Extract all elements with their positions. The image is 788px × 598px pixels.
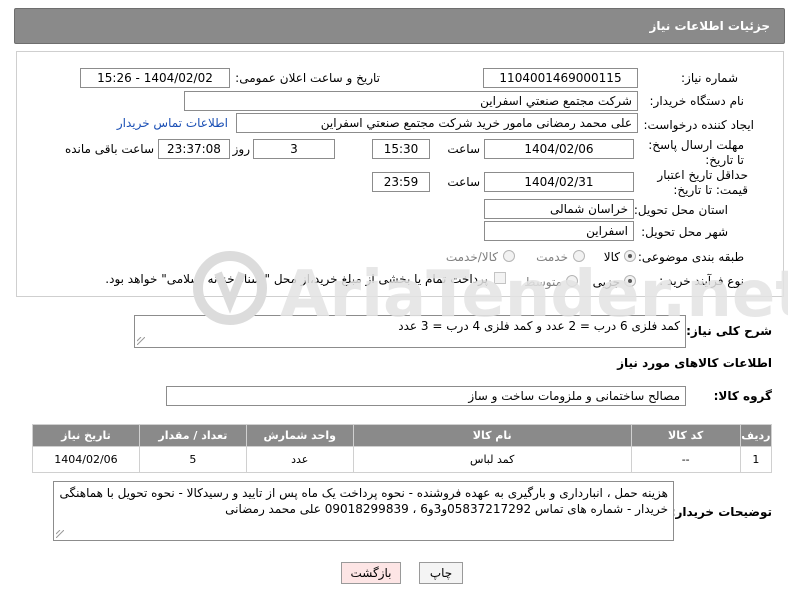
process-option-medium: متوسط xyxy=(524,275,562,289)
summary-textarea[interactable]: کمد فلزی 6 درب = 2 عدد و کمد فلزی 4 درب … xyxy=(134,315,686,348)
deadline-label: مهلت ارسال پاسخ: تا تاریخ: xyxy=(648,138,744,167)
col-date: تاریخ نیاز xyxy=(32,424,140,447)
province-label: استان محل تحویل: xyxy=(633,203,728,217)
remaining-label: ساعت باقی مانده xyxy=(64,142,154,156)
validity-time-label: ساعت xyxy=(447,175,480,189)
goods-group-field[interactable]: مصالح ساختمانی و ملزومات ساخت و ساز xyxy=(166,386,686,406)
cell-code: -- xyxy=(630,446,741,473)
table-row[interactable]: 1 -- کمد لباس عدد 5 1404/02/06 xyxy=(32,446,773,473)
col-unit: واحد شمارش xyxy=(245,424,354,447)
cell-date: 1404/02/06 xyxy=(32,446,140,473)
goods-section-title: اطلاعات کالاهای مورد نیاز xyxy=(617,356,772,370)
category-radio-goods[interactable] xyxy=(624,250,636,262)
cell-name: کمد لباس xyxy=(352,446,632,473)
need-number-field[interactable]: 1104001469000115 xyxy=(483,68,638,88)
validity-time-field[interactable]: 23:59 xyxy=(372,172,430,192)
announce-label: تاریخ و ساعت اعلان عمومی: xyxy=(235,71,380,85)
cell-unit: عدد xyxy=(245,446,354,473)
creator-field[interactable]: علی محمد رمضانی مامور خرید شرکت مجتمع صن… xyxy=(236,113,638,133)
resize-grip-icon[interactable] xyxy=(137,337,145,345)
resize-grip-icon[interactable] xyxy=(56,530,64,538)
category-radio-goods-service[interactable] xyxy=(503,250,515,262)
buyer-notes-text: هزینه حمل ، انبارداری و بارگیری به عهده … xyxy=(59,486,668,516)
cell-row: 1 xyxy=(739,446,773,473)
buyer-contact-link[interactable]: اطلاعات تماس خریدار xyxy=(117,116,228,130)
deadline-time-field[interactable]: 15:30 xyxy=(372,139,430,159)
category-radio-service[interactable] xyxy=(573,250,585,262)
category-option-goods-service: کالا/خدمت xyxy=(445,250,498,264)
treasury-payment-checkbox[interactable] xyxy=(494,272,506,284)
city-field[interactable]: اسفراين xyxy=(484,221,634,241)
category-option-goods: کالا xyxy=(603,250,620,264)
creator-label: ایجاد کننده درخواست: xyxy=(643,118,754,132)
buyer-notes-textarea[interactable]: هزینه حمل ، انبارداری و بارگیری به عهده … xyxy=(53,481,674,541)
buyer-notes-label: توضیحات خریدار: xyxy=(670,505,772,519)
validity-label: حداقل تاریخ اعتبار قیمت: تا تاریخ: xyxy=(657,168,748,197)
buyer-org-label: نام دستگاه خریدار: xyxy=(649,94,745,108)
summary-label: شرح کلی نیاز: xyxy=(686,324,772,338)
category-label: طبقه بندی موضوعی: xyxy=(637,250,744,264)
announce-field[interactable]: 1404/02/02 - 15:26 xyxy=(80,68,230,88)
treasury-payment-note: پرداخت تمام یا بخشی از مبلغ خرید،از محل … xyxy=(105,272,488,286)
goods-group-label: گروه کالا: xyxy=(713,389,772,403)
back-button[interactable]: بازگشت xyxy=(341,562,401,584)
process-radio-medium[interactable] xyxy=(566,275,578,287)
cell-qty: 5 xyxy=(138,446,247,473)
page-header: جزئیات اطلاعات نیاز xyxy=(14,8,785,44)
goods-table-header: ردیف کد کالا نام کالا واحد شمارش تعداد /… xyxy=(32,424,773,447)
province-field[interactable]: خراسان شمالی xyxy=(484,199,634,219)
remaining-time-field[interactable]: 23:37:08 xyxy=(158,139,230,159)
col-qty: تعداد / مقدار xyxy=(138,424,247,447)
summary-text: کمد فلزی 6 درب = 2 عدد و کمد فلزی 4 درب … xyxy=(398,319,680,333)
process-option-minor: جزیی xyxy=(592,275,620,289)
city-label: شهر محل تحویل: xyxy=(641,225,728,239)
category-option-service: خدمت xyxy=(536,250,568,264)
col-row: ردیف xyxy=(739,424,773,447)
goods-table: ردیف کد کالا نام کالا واحد شمارش تعداد /… xyxy=(32,424,773,473)
page-title: جزئیات اطلاعات نیاز xyxy=(649,19,770,33)
buyer-org-field[interactable]: شرکت مجتمع صنعتي اسفراين xyxy=(184,91,638,111)
need-number-label: شماره نیاز: xyxy=(681,71,738,85)
deadline-date-field[interactable]: 1404/02/06 xyxy=(484,139,634,159)
process-label: نوع فرآیند خرید : xyxy=(659,274,744,288)
col-code: کد کالا xyxy=(630,424,741,447)
col-name: نام کالا xyxy=(352,424,632,447)
validity-date-field[interactable]: 1404/02/31 xyxy=(484,172,634,192)
deadline-time-label: ساعت xyxy=(447,142,480,156)
days-field[interactable]: 3 xyxy=(253,139,335,159)
print-button[interactable]: چاپ xyxy=(419,562,463,584)
process-radio-minor[interactable] xyxy=(624,275,636,287)
